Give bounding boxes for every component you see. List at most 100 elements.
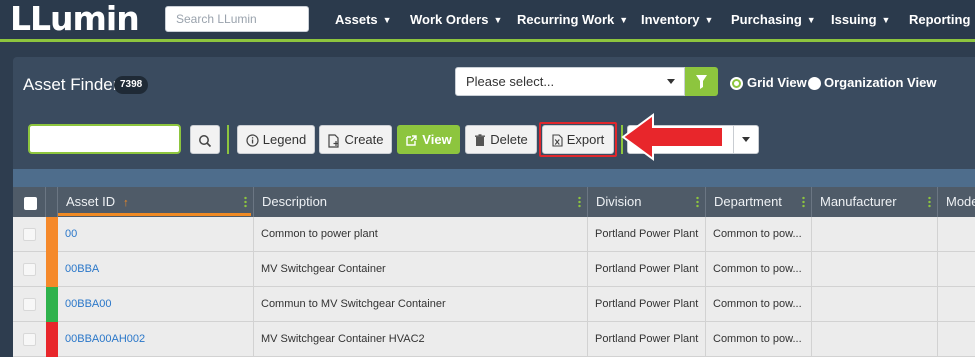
column-label: Mode	[946, 194, 975, 209]
llumin-logo[interactable]: LLumin	[10, 2, 140, 36]
status-flag	[46, 252, 58, 287]
caret-down-icon: ▼	[493, 15, 503, 25]
nav-assets[interactable]: Assets ▼	[335, 0, 392, 39]
manufacturer-cell	[812, 322, 938, 357]
chevron-down-icon	[667, 79, 675, 84]
nav-issuing[interactable]: Issuing ▼	[831, 0, 890, 39]
asset-id-link[interactable]: 00BBA00	[58, 287, 254, 322]
action-dropdown-toggle[interactable]	[733, 125, 759, 154]
caret-down-icon: ▼	[881, 15, 891, 25]
status-flag	[46, 287, 58, 322]
table-row[interactable]: 00BBA MV Switchgear Container Portland P…	[13, 252, 975, 287]
grid-view-label[interactable]: Grid View	[747, 75, 807, 90]
row-checkbox[interactable]	[23, 228, 36, 241]
asset-search-input[interactable]	[28, 124, 181, 154]
info-icon	[246, 134, 259, 147]
nav-purchasing[interactable]: Purchasing ▼	[731, 0, 816, 39]
column-label: Division	[596, 194, 642, 209]
legend-label: Legend	[262, 132, 307, 147]
nav-label: Work Orders	[410, 12, 489, 27]
nav-inventory[interactable]: Inventory ▼	[641, 0, 713, 39]
organization-view-label[interactable]: Organization View	[824, 75, 936, 90]
view-button[interactable]: View	[397, 125, 460, 154]
external-link-icon	[406, 135, 417, 146]
select-all-checkbox[interactable]	[24, 197, 37, 210]
asset-id-link[interactable]: 00	[58, 217, 254, 252]
caret-down-icon: ▼	[619, 15, 629, 25]
row-checkbox[interactable]	[23, 333, 36, 346]
description-cell: Common to power plant	[254, 217, 588, 252]
toolbar-separator	[227, 125, 229, 154]
view-label: View	[422, 132, 452, 147]
legend-button[interactable]: Legend	[237, 125, 315, 154]
nav-recurring-work[interactable]: Recurring Work ▼	[517, 0, 628, 39]
column-menu-icon[interactable]	[578, 196, 581, 208]
nav-label: Inventory	[641, 12, 700, 27]
create-button[interactable]: Create	[319, 125, 392, 154]
asset-id-link[interactable]: 00BBA00AH002	[58, 322, 254, 357]
create-label: Create	[344, 132, 384, 147]
division-cell: Portland Power Plant	[588, 322, 706, 357]
search-icon	[199, 134, 212, 147]
nav-work-orders[interactable]: Work Orders ▼	[410, 0, 502, 39]
nav-label: Recurring Work	[517, 12, 615, 27]
status-flag	[46, 217, 58, 252]
nav-label: Issuing	[831, 12, 877, 27]
saved-view-select[interactable]: Please select...	[455, 67, 685, 96]
table-row[interactable]: 00BBA00AH002 MV Switchgear Container HVA…	[13, 322, 975, 357]
column-menu-icon[interactable]	[696, 196, 699, 208]
organization-view-radio[interactable]	[808, 77, 821, 90]
caret-down-icon: ▼	[704, 15, 714, 25]
select-all-column	[13, 187, 46, 217]
description-cell: MV Switchgear Container HVAC2	[254, 322, 588, 357]
description-cell: Commun to MV Switchgear Container	[254, 287, 588, 322]
table-row[interactable]: 00 Common to power plant Portland Power …	[13, 217, 975, 252]
column-description[interactable]: Description	[254, 187, 588, 217]
filter-icon	[696, 75, 707, 89]
row-checkbox[interactable]	[23, 263, 36, 276]
nav-label: Purchasing	[731, 12, 802, 27]
division-cell: Portland Power Plant	[588, 252, 706, 287]
record-count-badge: 7398	[114, 76, 149, 94]
filter-button[interactable]	[685, 67, 718, 96]
column-menu-icon[interactable]	[244, 196, 247, 208]
column-department[interactable]: Department	[706, 187, 812, 217]
caret-down-icon: ▼	[806, 15, 816, 25]
export-button[interactable]: Export	[542, 125, 614, 154]
select-value: Please select...	[466, 74, 555, 89]
manufacturer-cell	[812, 217, 938, 252]
division-cell: Portland Power Plant	[588, 217, 706, 252]
red-arrow-annotation	[621, 113, 724, 161]
table-row[interactable]: 00BBA00 Commun to MV Switchgear Containe…	[13, 287, 975, 322]
nav-reporting[interactable]: Reporting	[909, 0, 970, 39]
asset-id-link[interactable]: 00BBA	[58, 252, 254, 287]
column-manufacturer[interactable]: Manufacturer	[812, 187, 938, 217]
department-cell: Common to pow...	[706, 252, 812, 287]
page-title: Asset Finder	[23, 75, 119, 94]
column-model[interactable]: Mode	[938, 187, 975, 217]
department-cell: Common to pow...	[706, 217, 812, 252]
column-label: Department	[714, 194, 782, 209]
grid-toolbar-strip	[13, 169, 975, 187]
department-cell: Common to pow...	[706, 287, 812, 322]
sort-indicator-bar	[58, 213, 251, 216]
department-cell: Common to pow...	[706, 322, 812, 357]
global-search-input[interactable]	[165, 6, 309, 32]
delete-button[interactable]: Delete	[465, 125, 537, 154]
top-navbar: LLumin Assets ▼ Work Orders ▼ Recurring Wo…	[0, 0, 975, 42]
column-division[interactable]: Division	[588, 187, 706, 217]
description-cell: MV Switchgear Container	[254, 252, 588, 287]
chevron-down-icon	[742, 137, 750, 142]
nav-label: Reporting	[909, 12, 971, 27]
grid-view-radio[interactable]	[730, 77, 743, 90]
flag-column	[46, 187, 58, 217]
search-button[interactable]	[190, 125, 220, 154]
column-menu-icon[interactable]	[802, 196, 805, 208]
status-flag	[46, 322, 58, 357]
column-label: Asset ID	[66, 194, 116, 209]
column-menu-icon[interactable]	[928, 196, 931, 208]
division-cell: Portland Power Plant	[588, 287, 706, 322]
sort-ascending-icon: ↑	[123, 197, 129, 209]
row-checkbox[interactable]	[23, 298, 36, 311]
new-document-icon	[328, 133, 340, 148]
